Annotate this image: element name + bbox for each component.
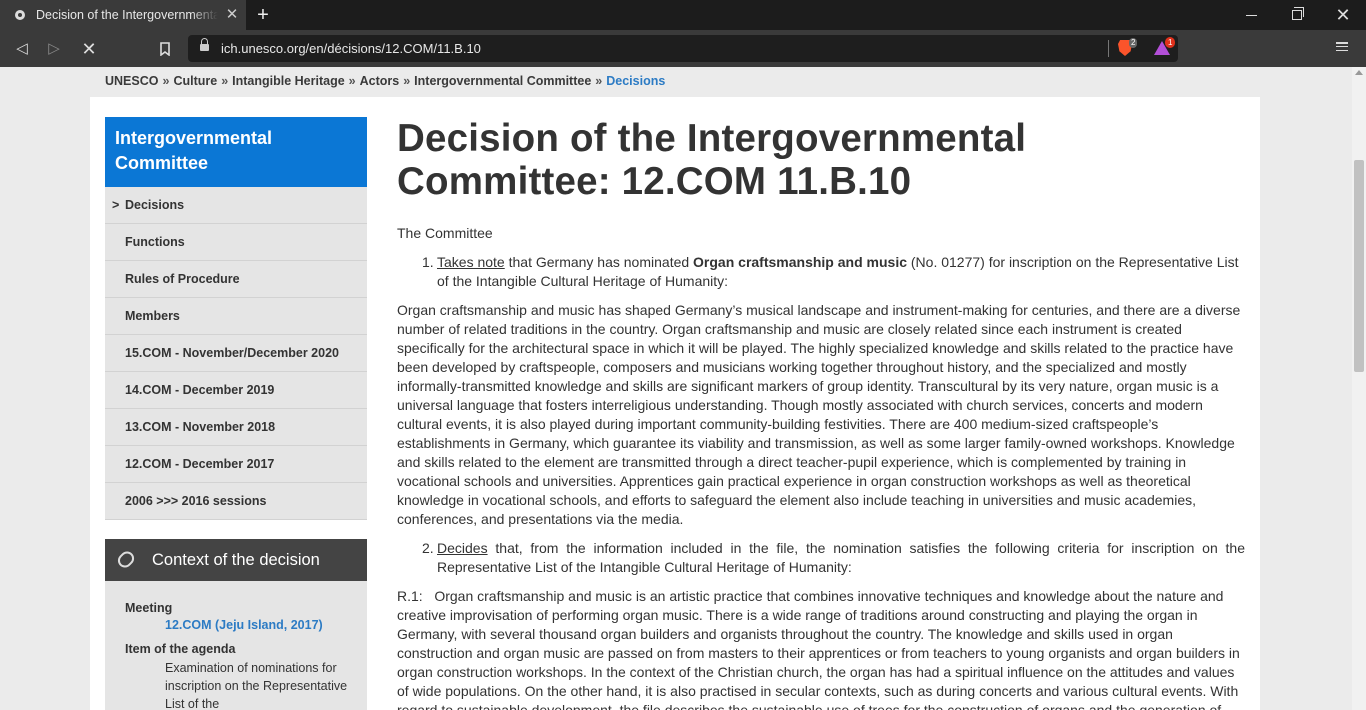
element-description: Organ craftsmanship and music has shaped… bbox=[397, 302, 1241, 527]
page-title: Decision of the Intergovernmental Commit… bbox=[397, 117, 1027, 203]
browser-tab[interactable]: Decision of the Intergovernmental Commit… bbox=[0, 0, 246, 30]
agenda-text: Examination of nominations for inscripti… bbox=[165, 661, 348, 710]
stop-icon: ✕ bbox=[81, 39, 97, 59]
stop-loading-button[interactable]: ✕ bbox=[78, 38, 100, 60]
sidebar-item-15com[interactable]: 15.COM - November/December 2020 bbox=[105, 335, 367, 372]
context-panel: Meeting 12.COM (Jeju Island, 2017) Item … bbox=[105, 581, 367, 710]
url-text[interactable]: ich.unesco.org/en/décisions/12.COM/11.B.… bbox=[221, 41, 481, 56]
decides-term: Decides bbox=[437, 540, 488, 556]
sidebar-item-past-sessions[interactable]: 2006 >>> 2016 sessions bbox=[105, 483, 367, 520]
main-content: Decision of the Intergovernmental Commit… bbox=[397, 117, 1245, 710]
context-heading-label: Context of the decision bbox=[152, 551, 320, 569]
criterion-r1: R.1: Organ craftsmanship and music is an… bbox=[397, 588, 1244, 710]
context-heading: Context of the decision bbox=[105, 539, 367, 581]
breadcrumb: UNESCO» Culture» Intangible Heritage» Actor… bbox=[105, 74, 666, 88]
back-button[interactable]: ◁ bbox=[11, 38, 33, 60]
browser-titlebar: Decision of the Intergovernmental Commit… bbox=[0, 0, 1366, 30]
agenda-label: Item of the agenda bbox=[125, 642, 236, 656]
decision-item-2: 2. Decides that, from the information inc… bbox=[422, 540, 1245, 575]
sidebar-item-decisions[interactable]: Decisions bbox=[105, 187, 367, 224]
sidebar-item-12com[interactable]: 12.COM - December 2017 bbox=[105, 446, 367, 483]
paperclip-icon bbox=[115, 548, 137, 571]
breadcrumb-link[interactable]: Culture bbox=[173, 74, 217, 88]
takes-note-term: Takes note bbox=[437, 254, 505, 270]
restore-button[interactable] bbox=[1274, 0, 1320, 30]
page-scrollbar[interactable] bbox=[1352, 67, 1366, 710]
sidebar-item-13com[interactable]: 13.COM - November 2018 bbox=[105, 409, 367, 446]
breadcrumb-current[interactable]: Decisions bbox=[606, 74, 665, 88]
tab-close-icon[interactable]: ✕ bbox=[223, 6, 241, 24]
tab-title: Decision of the Intergovernmental Commit… bbox=[36, 8, 218, 22]
item-number: 2. bbox=[422, 540, 434, 556]
shields-count-badge: 2 bbox=[1129, 38, 1138, 48]
item-number: 1. bbox=[422, 254, 434, 270]
meeting-label: Meeting bbox=[125, 601, 173, 615]
sidebar-nav: Intergovernmental Committee Decisions Fu… bbox=[105, 117, 367, 520]
forward-button[interactable]: ▷ bbox=[43, 38, 65, 60]
address-bar[interactable]: ich.unesco.org/en/décisions/12.COM/11.B.… bbox=[188, 35, 1178, 62]
breadcrumb-link[interactable]: UNESCO bbox=[105, 74, 158, 88]
back-arrow-icon: ◁ bbox=[16, 40, 28, 57]
decision-item-1: 1. Takes note that Germany has nominated … bbox=[422, 254, 1239, 289]
scroll-up-arrow-icon[interactable] bbox=[1355, 70, 1363, 75]
breadcrumb-link[interactable]: Intangible Heritage bbox=[232, 74, 345, 88]
restore-icon bbox=[1292, 7, 1304, 20]
minimize-icon bbox=[1245, 14, 1257, 16]
rewards-count-badge: 1 bbox=[1165, 37, 1176, 48]
scrollbar-thumb[interactable] bbox=[1354, 160, 1364, 372]
breadcrumb-link[interactable]: Actors bbox=[360, 74, 400, 88]
unesco-favicon-icon bbox=[15, 10, 25, 20]
url-divider bbox=[1108, 40, 1109, 57]
element-name: Organ craftsmanship and music bbox=[693, 254, 907, 270]
bookmark-button[interactable] bbox=[154, 38, 176, 60]
new-tab-button[interactable]: + bbox=[252, 4, 274, 26]
lock-icon[interactable] bbox=[200, 38, 209, 53]
meeting-link[interactable]: 12.COM (Jeju Island, 2017) bbox=[165, 618, 367, 632]
browser-menu-icon[interactable] bbox=[1336, 40, 1350, 54]
bookmark-icon bbox=[160, 42, 170, 57]
sidebar-heading[interactable]: Intergovernmental Committee bbox=[105, 117, 367, 187]
close-window-button[interactable]: ✕ bbox=[1320, 0, 1366, 30]
forward-arrow-icon: ▷ bbox=[48, 40, 60, 57]
sidebar-item-functions[interactable]: Functions bbox=[105, 224, 367, 261]
lead-text: The Committee bbox=[397, 225, 493, 241]
sidebar-item-14com[interactable]: 14.COM - December 2019 bbox=[105, 372, 367, 409]
close-icon: ✕ bbox=[1335, 4, 1351, 25]
breadcrumb-link[interactable]: Intergovernmental Committee bbox=[414, 74, 591, 88]
sidebar-item-members[interactable]: Members bbox=[105, 298, 367, 335]
web-page: UNESCO» Culture» Intangible Heritage» Actor… bbox=[0, 67, 1352, 710]
sidebar-item-rules[interactable]: Rules of Procedure bbox=[105, 261, 367, 298]
minimize-button[interactable] bbox=[1228, 0, 1274, 30]
